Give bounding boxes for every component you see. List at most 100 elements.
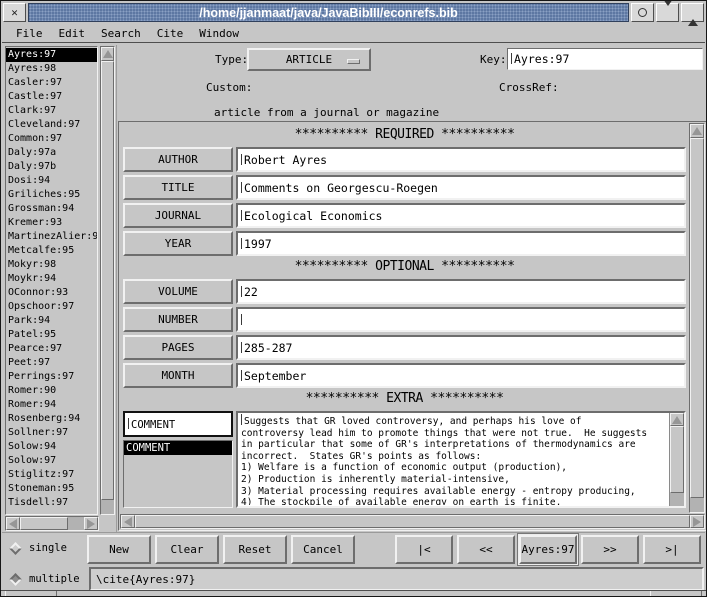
extra-field-name-input[interactable]: COMMENT: [123, 411, 233, 437]
list-item[interactable]: Moykr:94: [6, 272, 97, 286]
month-field-button[interactable]: MONTH: [123, 363, 233, 388]
author-field-button[interactable]: AUTHOR: [123, 147, 233, 172]
list-item[interactable]: Ayres:97: [6, 48, 97, 62]
list-item[interactable]: Griliches:95: [6, 188, 97, 202]
scrollbar-thumb[interactable]: [20, 517, 68, 530]
new-button[interactable]: New: [87, 535, 151, 564]
arrow-up-icon: [672, 416, 682, 424]
menu-item[interactable]: Edit: [59, 27, 86, 40]
scroll-left-button[interactable]: [6, 517, 20, 530]
journal-field-button[interactable]: JOURNAL: [123, 203, 233, 228]
volume-field-button[interactable]: VOLUME: [123, 279, 233, 304]
window-title: /home/jjanmaat/java/JavaBibIII/econrefs.…: [28, 3, 629, 22]
titlebar[interactable]: ✕ /home/jjanmaat/java/JavaBibIII/econref…: [3, 3, 704, 22]
list-item[interactable]: Cleveland:97: [6, 118, 97, 132]
list-item[interactable]: Metcalfe:95: [6, 244, 97, 258]
scroll-up-button[interactable]: [690, 124, 704, 138]
scroll-left-button[interactable]: [121, 515, 135, 528]
list-item[interactable]: OConnor:93: [6, 286, 97, 300]
list-item[interactable]: Mokyr:98: [6, 258, 97, 272]
form-horizontal-scrollbar[interactable]: [120, 514, 705, 529]
list-item[interactable]: Stiglitz:97: [6, 468, 97, 482]
type-option-menu[interactable]: ARTICLE: [247, 48, 371, 71]
entry-list-horizontal-scrollbar[interactable]: [5, 516, 99, 531]
list-item[interactable]: Peet:97: [6, 356, 97, 370]
list-item[interactable]: Park:94: [6, 314, 97, 328]
list-item[interactable]: Kremer:93: [6, 216, 97, 230]
menu-item[interactable]: Cite: [157, 27, 184, 40]
title-input[interactable]: Comments on Georgescu-Roegen: [236, 175, 686, 200]
form-vertical-scrollbar[interactable]: [689, 123, 705, 513]
key-input[interactable]: Ayres:97: [507, 48, 703, 70]
list-item[interactable]: Dosi:94: [6, 174, 97, 188]
list-item[interactable]: Clark:97: [6, 104, 97, 118]
type-label: Type:: [215, 53, 248, 66]
list-item[interactable]: Solow:97: [6, 454, 97, 468]
extra-field-list-item[interactable]: COMMENT: [124, 441, 232, 455]
year-field-button[interactable]: YEAR: [123, 231, 233, 256]
list-item[interactable]: Romer:90: [6, 384, 97, 398]
resize-handle[interactable]: [650, 591, 702, 596]
year-input[interactable]: 1997: [236, 231, 686, 256]
scrollbar-thumb[interactable]: [670, 426, 684, 493]
cite-input[interactable]: \cite{Ayres:97}: [89, 567, 704, 591]
nav-previous-button[interactable]: <<: [457, 535, 515, 564]
nav-next-button[interactable]: >>: [581, 535, 639, 564]
resize-handle[interactable]: [5, 591, 57, 596]
list-item[interactable]: Castle:97: [6, 90, 97, 104]
menu-item[interactable]: File: [16, 27, 43, 40]
list-item[interactable]: Patel:95: [6, 328, 97, 342]
number-input[interactable]: [236, 307, 686, 332]
extra-section-title: ********** EXTRA **********: [123, 392, 686, 405]
close-button[interactable]: ✕: [3, 3, 26, 22]
pages-input[interactable]: 285-287: [236, 335, 686, 360]
comment-vertical-scrollbar[interactable]: [669, 413, 684, 506]
clear-button[interactable]: Clear: [155, 535, 219, 564]
list-item[interactable]: Grossman:94: [6, 202, 97, 216]
author-input[interactable]: Robert Ayres: [236, 147, 686, 172]
reset-button[interactable]: Reset: [223, 535, 287, 564]
cancel-button[interactable]: Cancel: [291, 535, 355, 564]
scrollbar-thumb[interactable]: [135, 515, 690, 528]
title-field-button[interactable]: TITLE: [123, 175, 233, 200]
month-input[interactable]: September: [236, 363, 686, 388]
scrollbar-thumb[interactable]: [690, 138, 704, 498]
scroll-right-button[interactable]: [84, 517, 98, 530]
nav-first-button[interactable]: |<: [395, 535, 453, 564]
list-item[interactable]: Casler:97: [6, 76, 97, 90]
list-item[interactable]: Solow:94: [6, 440, 97, 454]
list-item[interactable]: Opschoor:97: [6, 300, 97, 314]
scroll-up-button[interactable]: [670, 413, 684, 426]
list-item[interactable]: Romer:94: [6, 398, 97, 412]
list-item[interactable]: Common:97: [6, 132, 97, 146]
single-mode-radio[interactable]: single: [11, 542, 67, 554]
comment-textarea[interactable]: Suggests that GR loved controversy, and …: [236, 411, 686, 508]
scrollbar-thumb[interactable]: [101, 61, 114, 500]
menu-item[interactable]: Window: [199, 27, 239, 40]
list-item[interactable]: Rosenberg:94: [6, 412, 97, 426]
list-item[interactable]: Sollner:97: [6, 426, 97, 440]
nav-current-button[interactable]: Ayres:97: [519, 535, 577, 564]
journal-input[interactable]: Ecological Economics: [236, 203, 686, 228]
list-item[interactable]: MartinezAlier:9: [6, 230, 97, 244]
entry-list-vertical-scrollbar[interactable]: [100, 46, 115, 515]
list-item[interactable]: Daly:97a: [6, 146, 97, 160]
menu-item[interactable]: Search: [101, 27, 141, 40]
lower-button[interactable]: [656, 3, 679, 22]
scroll-up-button[interactable]: [101, 47, 114, 61]
multiple-mode-radio[interactable]: multiple: [11, 573, 80, 585]
list-item[interactable]: Perrings:97: [6, 370, 97, 384]
list-item[interactable]: Pearce:97: [6, 342, 97, 356]
list-item[interactable]: Tisdell:97: [6, 496, 97, 510]
maximize-button[interactable]: [681, 3, 704, 22]
nav-last-button[interactable]: >|: [643, 535, 701, 564]
list-item[interactable]: Ayres:98: [6, 62, 97, 76]
number-field-button[interactable]: NUMBER: [123, 307, 233, 332]
scroll-right-button[interactable]: [690, 515, 704, 528]
list-item[interactable]: Stoneman:95: [6, 482, 97, 496]
iconify-button[interactable]: [631, 3, 654, 22]
radio-diamond-icon: [9, 542, 22, 555]
list-item[interactable]: Daly:97b: [6, 160, 97, 174]
pages-field-button[interactable]: PAGES: [123, 335, 233, 360]
volume-input[interactable]: 22: [236, 279, 686, 304]
